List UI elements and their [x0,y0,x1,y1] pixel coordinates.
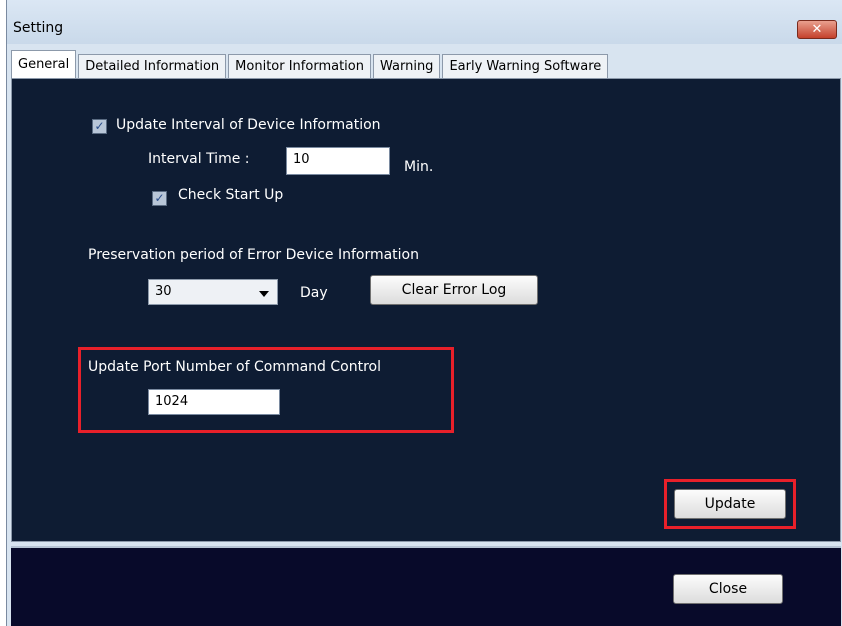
preservation-period-select[interactable]: 30 [148,279,278,305]
close-button[interactable]: Close [673,574,783,604]
update-interval-label: Update Interval of Device Information [116,117,381,133]
port-number-input[interactable]: 1024 [148,389,280,415]
preservation-unit-label: Day [300,285,328,301]
preservation-label: Preservation period of Error Device Info… [88,247,419,263]
interval-time-label: Interval Time : [148,151,250,167]
general-panel: ✓ Update Interval of Device Information … [11,78,841,542]
tab-warning[interactable]: Warning [372,54,441,78]
dialog-footer: Close [11,546,841,626]
check-start-up-checkbox[interactable]: ✓ [152,191,167,206]
update-interval-checkbox[interactable]: ✓ [92,119,107,134]
settings-window: Setting ✕ General Detailed Information M… [6,0,842,626]
tab-detailed-information[interactable]: Detailed Information [78,54,227,78]
interval-unit-label: Min. [404,159,434,175]
tab-monitor-information[interactable]: Monitor Information [228,54,371,78]
check-start-up-label: Check Start Up [178,187,284,203]
update-button[interactable]: Update [674,489,786,519]
port-number-label: Update Port Number of Command Control [88,359,382,375]
close-icon[interactable]: ✕ [797,20,837,39]
tab-strip: General Detailed Information Monitor Inf… [11,50,610,78]
tab-early-warning-software[interactable]: Early Warning Software [442,54,609,78]
tab-general[interactable]: General [11,50,77,78]
chevron-down-icon [259,291,269,297]
clear-error-log-button[interactable]: Clear Error Log [370,275,538,305]
window-title: Setting [13,20,64,36]
preservation-period-value: 30 [155,284,172,299]
title-bar: Setting ✕ [7,0,842,44]
interval-time-input[interactable]: 10 [286,147,390,175]
